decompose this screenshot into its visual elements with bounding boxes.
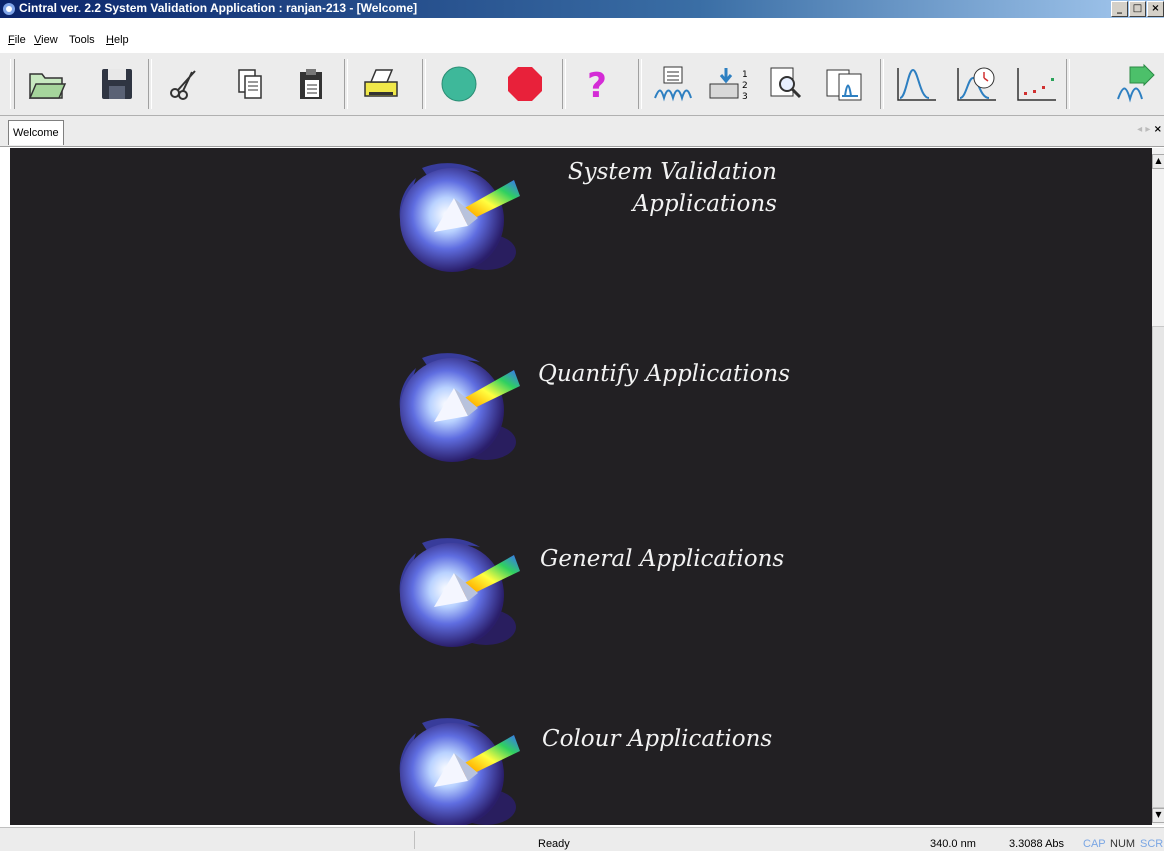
tab-navigation: ◂ ▸ × [1137,124,1162,135]
status-bar: Ready 340.0 nm 3.3088 Abs CAP NUM SCR [0,827,1164,851]
toolbar-separator [1066,59,1070,109]
app-colour[interactable]: Colour Applications [382,703,802,825]
paste-icon[interactable] [288,59,334,109]
toolbar-separator [562,59,566,109]
status-absorbance: 3.3088 Abs [1009,838,1065,850]
app-label-system-validation: System Validation Applications [567,159,777,217]
vertical-scrollbar[interactable]: ▲ ▼ [1152,148,1164,825]
toolbar-separator [422,59,426,109]
save-disk-icon[interactable] [94,59,140,109]
prism-logo-icon [399,718,520,825]
toolbar-separator [344,59,348,109]
app-quantify[interactable]: Quantify Applications [382,338,802,462]
maximize-button[interactable]: □ [1129,1,1146,17]
menu-help[interactable]: Help [106,34,129,46]
status-cap-indicator: CAP [1083,838,1106,850]
scroll-up-arrow-icon[interactable]: ▲ [1152,154,1164,169]
export-arrow-icon[interactable] [1112,59,1164,109]
svg-text:2: 2 [742,81,748,91]
toolbar: ? 123 [0,52,1164,116]
app-label-general: General Applications [540,546,785,572]
svg-text:1: 1 [742,70,748,80]
scan-report-icon[interactable] [650,59,696,109]
close-button[interactable]: × [1147,1,1164,17]
status-num-indicator: NUM [1110,838,1136,850]
svg-text:?: ? [587,66,607,104]
app-logo-icon [3,3,15,15]
inspect-zoom-icon[interactable] [762,59,808,109]
svg-text:3: 3 [742,92,748,102]
status-wavelength: 340.0 nm [930,838,976,850]
document-tab-bar: Welcome ◂ ▸ × [0,116,1164,147]
status-scroll-indicator: SCR [1140,838,1164,850]
scroll-down-arrow-icon[interactable]: ▼ [1152,808,1164,823]
menu-tools[interactable]: Tools [69,34,95,46]
cut-scissors-icon[interactable] [160,59,206,109]
toolbar-separator [638,59,642,109]
menu-file[interactable]: File [8,34,26,46]
tab-close-icon[interactable]: × [1154,124,1162,135]
prism-logo-icon [399,538,520,647]
spectrum-doc-icon[interactable] [822,59,868,109]
status-pane-divider [414,831,415,849]
open-folder-icon[interactable] [24,59,70,109]
sample-queue-icon[interactable]: 123 [706,59,752,109]
scrollbar-thumb[interactable] [1152,326,1164,808]
toolbar-grip[interactable] [10,59,15,109]
start-circle-icon[interactable] [436,59,482,109]
tab-next-arrow-icon[interactable]: ▸ [1145,124,1150,135]
app-system-validation[interactable]: System Validation Applications [382,148,802,272]
spectrum-peak-icon[interactable] [894,59,940,109]
copy-icon[interactable] [226,59,272,109]
menu-bar: File View Tools Help [0,18,1164,52]
app-label-colour: Colour Applications [542,726,773,752]
prism-logo-icon [399,163,520,272]
help-question-icon[interactable]: ? [574,59,620,109]
app-general[interactable]: General Applications [382,523,802,647]
toolbar-separator [880,59,884,109]
stop-octagon-icon[interactable] [502,59,548,109]
prism-logo-icon [399,353,520,462]
toolbar-separator [148,59,152,109]
scatter-plot-icon[interactable] [1014,59,1060,109]
window-title: Cintral ver. 2.2 System Validation Appli… [19,1,418,15]
title-bar: Cintral ver. 2.2 System Validation Appli… [0,0,1164,18]
status-message: Ready [538,838,570,850]
menu-view[interactable]: View [34,34,58,46]
minimize-button[interactable]: _ [1111,1,1128,17]
tab-welcome[interactable]: Welcome [8,120,64,145]
tab-prev-arrow-icon[interactable]: ◂ [1137,124,1142,135]
app-label-quantify: Quantify Applications [538,361,791,387]
print-icon[interactable] [358,59,404,109]
kinetics-clock-icon[interactable] [954,59,1000,109]
welcome-panel: System Validation Applications Quantify … [10,148,1152,825]
